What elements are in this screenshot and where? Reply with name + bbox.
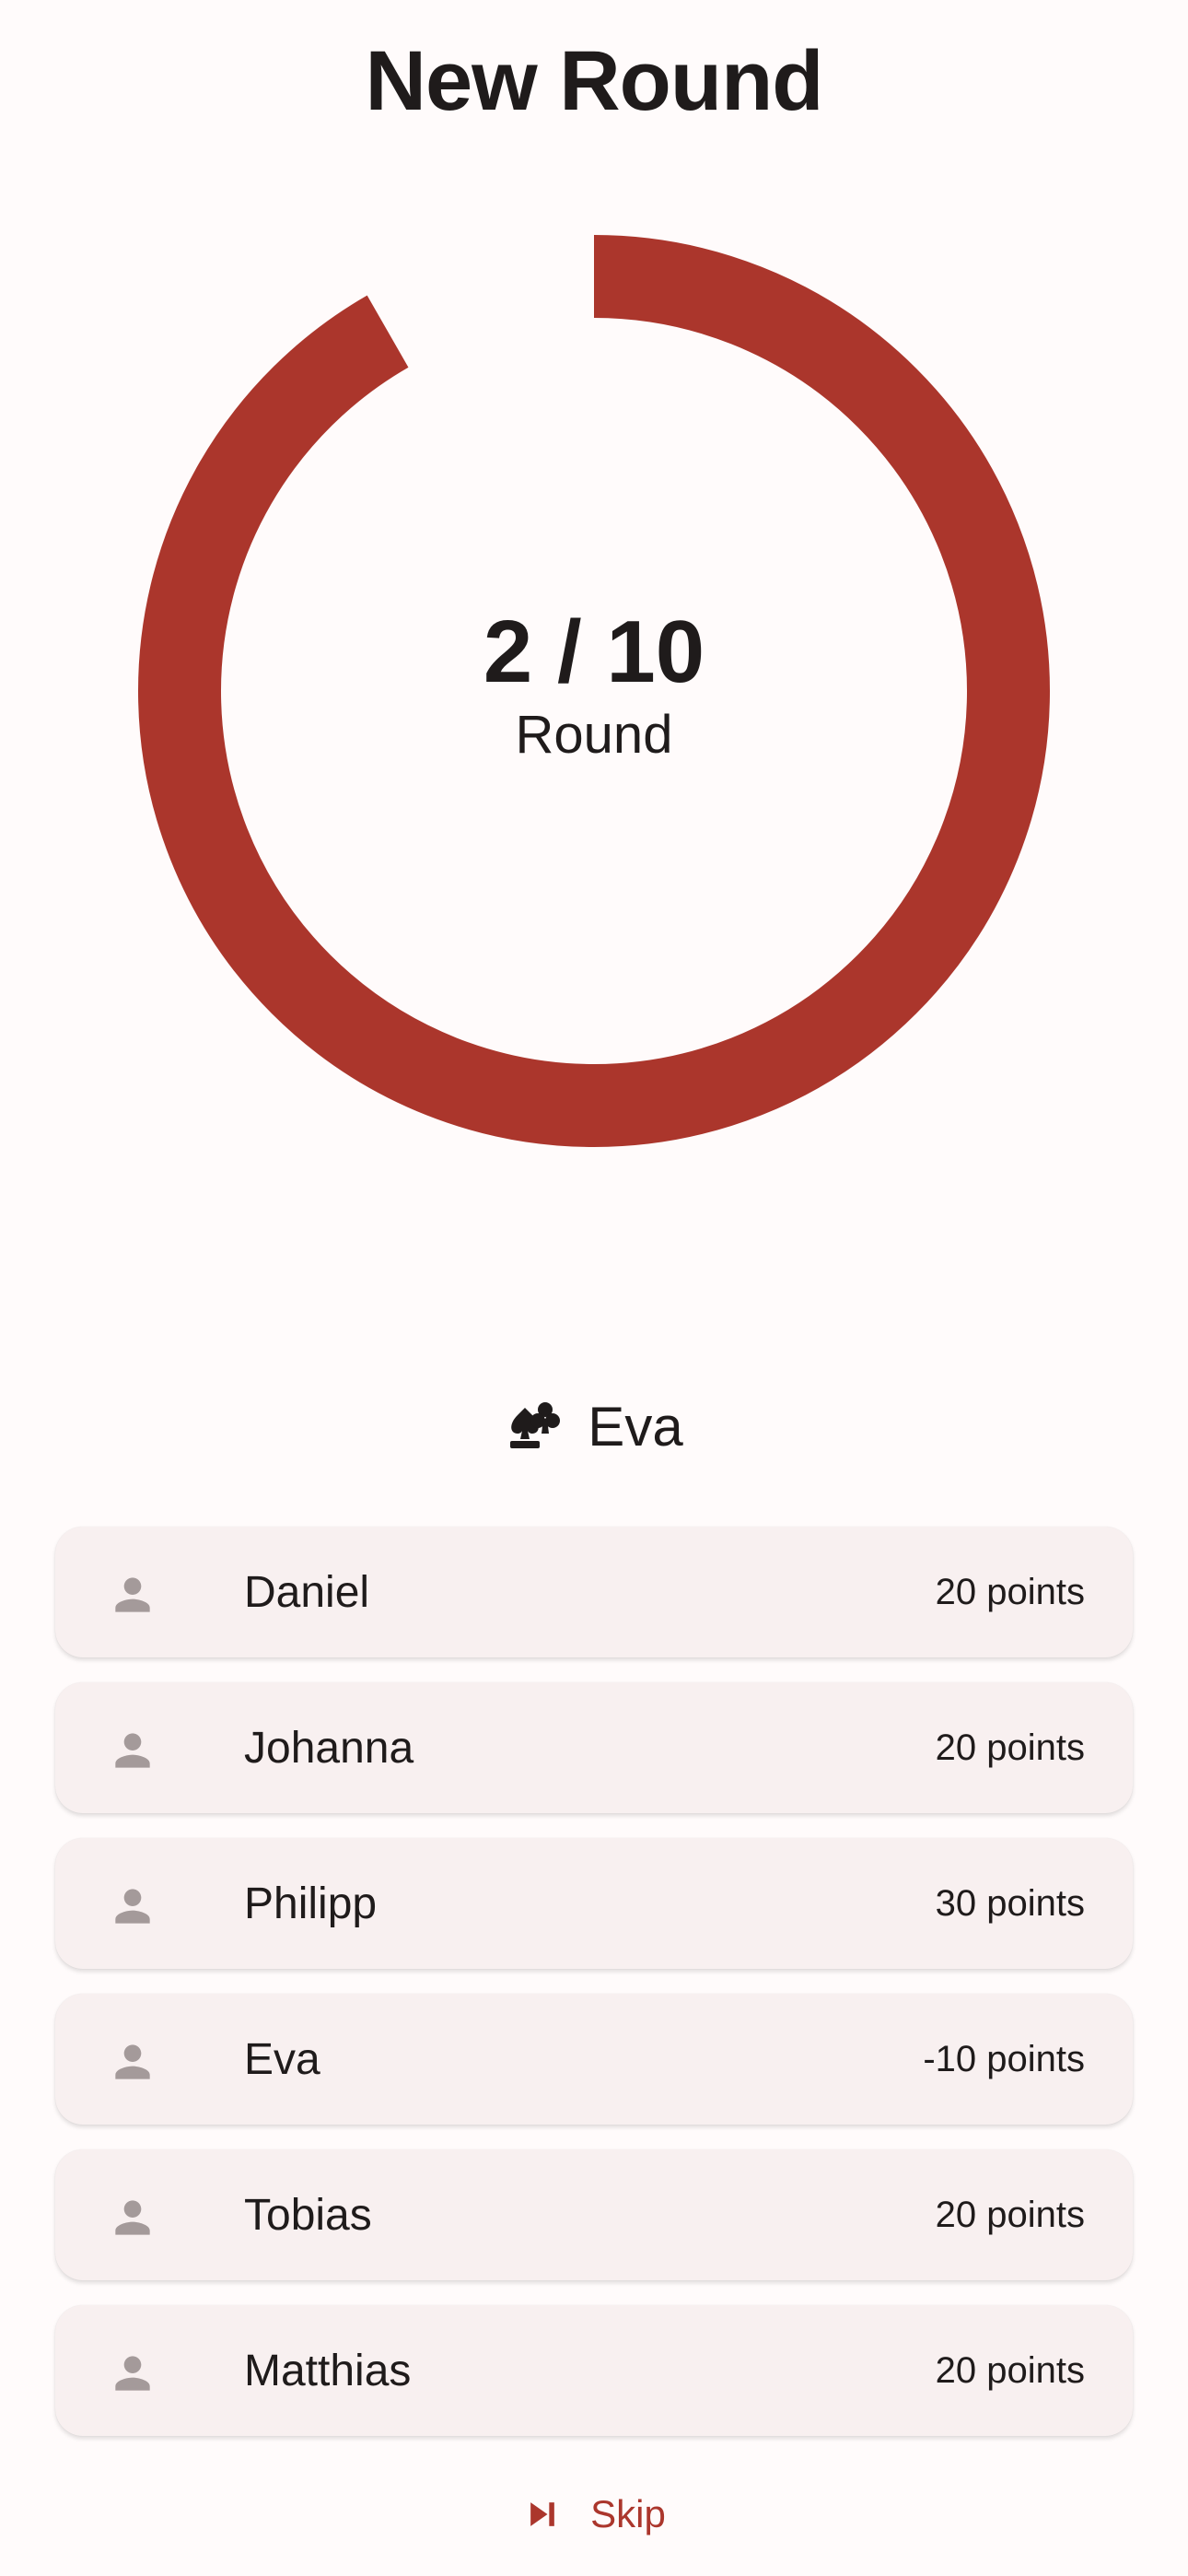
round-label: Round: [515, 705, 673, 765]
current-dealer: Eva: [0, 1389, 1188, 1463]
round-count: 2 / 10: [483, 603, 705, 701]
player-name: Philipp: [244, 1879, 378, 1928]
player-points: 20 points: [935, 2194, 1085, 2235]
player-points: 20 points: [935, 1727, 1085, 1768]
player-points: 20 points: [935, 1571, 1085, 1612]
person-icon: [115, 1889, 150, 1924]
page-title: New Round: [365, 34, 824, 128]
player-list: Daniel 20 points Johanna 20 points Phili…: [55, 1527, 1133, 2461]
skip-next-icon: [530, 2502, 554, 2526]
player-name: Eva: [244, 2034, 320, 2084]
round-center: 2 / 10 Round: [138, 235, 1050, 1147]
skip-label: Skip: [590, 2492, 666, 2535]
person-icon: [115, 2044, 150, 2079]
player-card[interactable]: Philipp 30 points: [55, 1838, 1133, 1969]
player-name: Johanna: [244, 1723, 414, 1773]
player-points: 20 points: [935, 2349, 1085, 2391]
round-progress-ring: 2 / 10 Round: [138, 235, 1050, 1147]
player-points: -10 points: [923, 2038, 1085, 2079]
person-icon: [115, 2356, 150, 2391]
person-icon: [115, 2200, 150, 2235]
skip-button[interactable]: Skip: [0, 2482, 1188, 2547]
player-card[interactable]: Matthias 20 points: [55, 2305, 1133, 2436]
player-card[interactable]: Tobias 20 points: [55, 2149, 1133, 2280]
dealer-name: Eva: [588, 1395, 683, 1458]
player-card[interactable]: Johanna 20 points: [55, 1682, 1133, 1813]
player-card[interactable]: Eva -10 points: [55, 1994, 1133, 2125]
player-card[interactable]: Daniel 20 points: [55, 1527, 1133, 1657]
person-icon: [115, 1733, 150, 1768]
person-icon: [115, 1577, 150, 1612]
cards-clubs-icon: [505, 1397, 564, 1456]
player-name: Tobias: [244, 2190, 372, 2240]
player-name: Matthias: [244, 2346, 412, 2395]
player-name: Daniel: [244, 1567, 370, 1617]
player-points: 30 points: [935, 1882, 1085, 1924]
